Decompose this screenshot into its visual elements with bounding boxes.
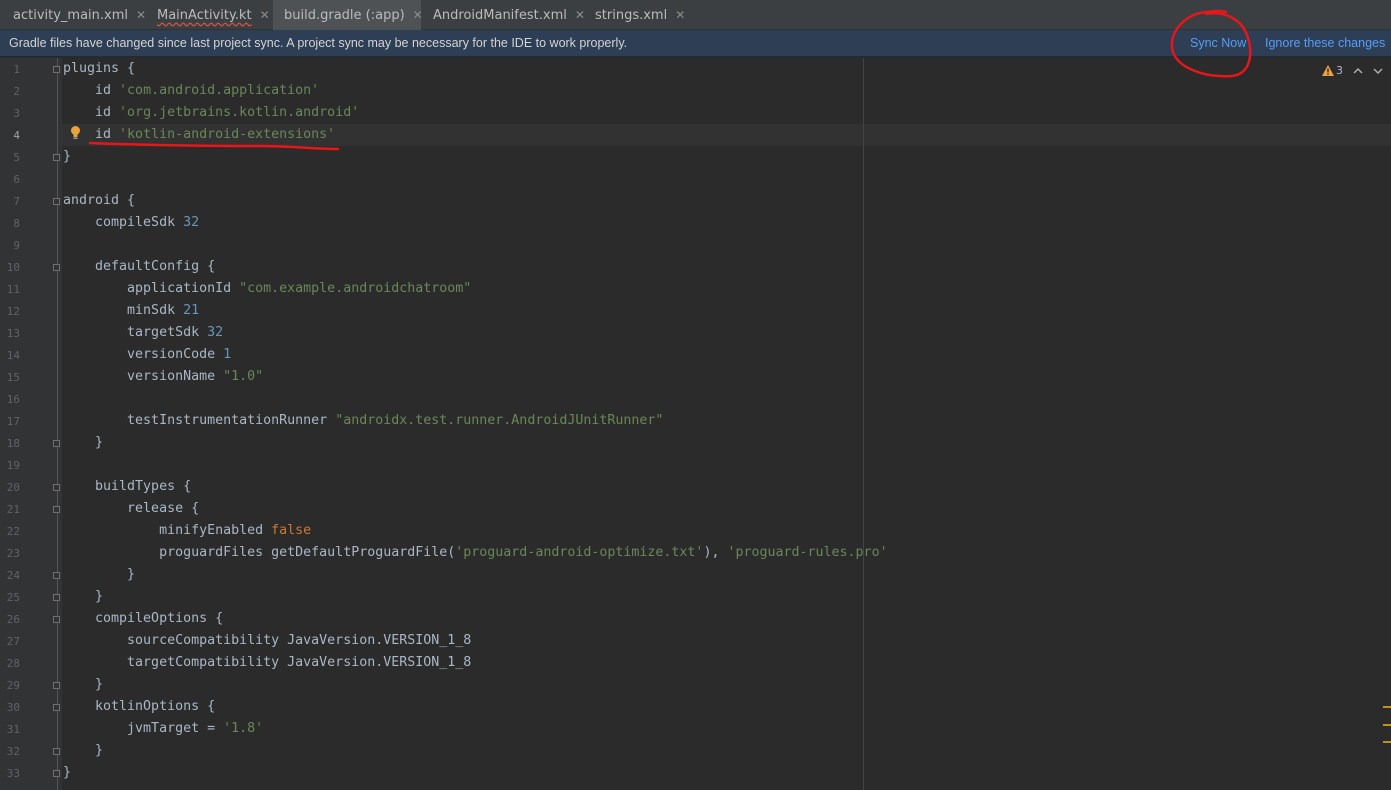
red-annotation-overlay (88, 9, 1252, 151)
annotation-underline (88, 141, 340, 151)
annotation-circle (1170, 9, 1252, 78)
